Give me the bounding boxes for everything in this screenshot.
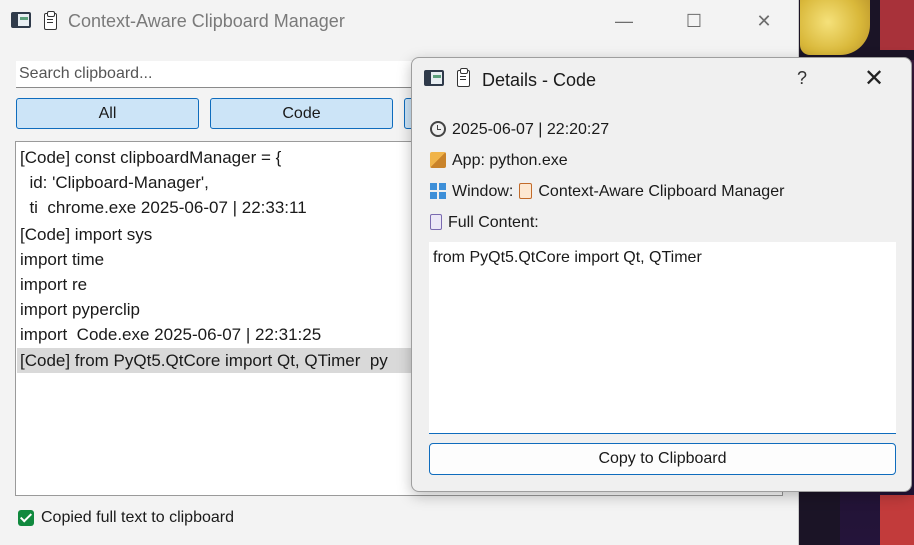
search-input[interactable] <box>16 61 416 88</box>
app-value: App: python.exe <box>452 152 568 169</box>
full-content-row: Full Content: <box>430 214 539 232</box>
desktop-wallpaper-yellow <box>800 0 870 55</box>
desktop-wallpaper-red <box>880 0 914 50</box>
desktop-wallpaper-red-bottom <box>880 495 914 545</box>
dialog-window-icon <box>424 70 444 86</box>
filter-all-button[interactable]: All <box>16 98 199 129</box>
maximize-button[interactable]: ☐ <box>674 8 714 34</box>
main-titlebar[interactable]: Context-Aware Clipboard Manager — ☐ ✕ <box>0 0 798 42</box>
clock-icon <box>430 121 446 137</box>
list-item[interactable]: import Code.exe 2025-06-07 | 22:31:25 <box>20 322 321 347</box>
app-window-icon <box>11 12 31 28</box>
list-item[interactable]: import pyperclip <box>20 297 140 322</box>
window-title: Context-Aware Clipboard Manager <box>68 11 345 31</box>
timestamp-row: 2025-06-07 | 22:20:27 <box>430 121 609 139</box>
list-item[interactable]: import re <box>20 272 87 297</box>
timestamp-value: 2025-06-07 | 22:20:27 <box>452 121 610 138</box>
app-row: App: python.exe <box>430 152 568 170</box>
status-check-icon <box>18 510 34 526</box>
windows-logo-icon <box>430 183 446 199</box>
clipboard-icon-orange <box>519 183 533 199</box>
list-item[interactable]: ti chrome.exe 2025-06-07 | 22:33:11 <box>20 195 306 220</box>
dialog-title: Details - Code <box>482 70 597 90</box>
window-row: Window: Context-Aware Clipboard Manager <box>430 183 784 201</box>
list-item[interactable]: [Code] import sys <box>20 222 152 247</box>
close-button[interactable]: ✕ <box>744 8 784 34</box>
copy-to-clipboard-button[interactable]: Copy to Clipboard <box>429 443 896 475</box>
filter-code-button[interactable]: Code <box>210 98 393 129</box>
dialog-close-button[interactable]: ✕ <box>864 64 884 93</box>
list-item[interactable]: import time <box>20 247 104 272</box>
minimize-button[interactable]: — <box>604 8 644 34</box>
document-icon <box>430 214 442 230</box>
details-dialog: Details - Code ? ✕ 2025-06-07 | 22:20:27… <box>411 57 912 492</box>
list-item[interactable]: id: 'Clipboard-Manager', <box>20 170 208 195</box>
package-icon <box>430 152 446 168</box>
full-content-textarea[interactable]: from PyQt5.QtCore import Qt, QTimer <box>429 242 896 434</box>
window-label: Window: <box>452 183 514 200</box>
full-content-label: Full Content: <box>448 214 539 231</box>
clipboard-icon <box>44 11 57 30</box>
dialog-clipboard-icon <box>457 68 470 87</box>
help-button[interactable]: ? <box>797 68 807 89</box>
list-item[interactable]: [Code] const clipboardManager = { <box>20 145 281 170</box>
status-message: Copied full text to clipboard <box>41 509 234 526</box>
window-value: Context-Aware Clipboard Manager <box>538 183 785 200</box>
